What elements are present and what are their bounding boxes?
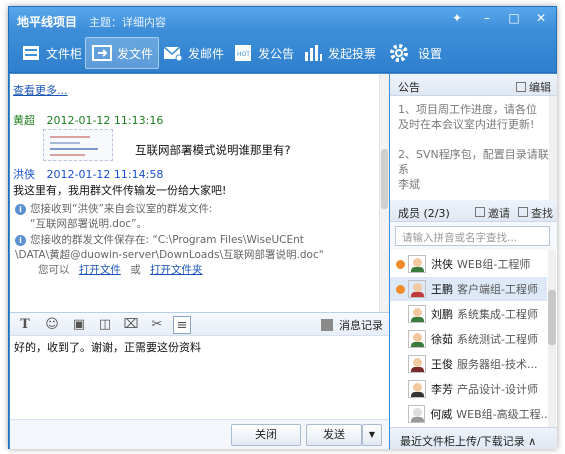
send-mail-button[interactable]: 发邮件 <box>157 37 229 69</box>
image-icon[interactable]: ▣ <box>70 316 88 334</box>
avatar <box>408 305 426 323</box>
message-input-text: 好的，收到了。谢谢，正需要这份资料 <box>14 341 201 354</box>
send-button[interactable]: 发送 <box>306 424 362 446</box>
list-icon[interactable]: ≡ <box>173 316 191 334</box>
list-item[interactable]: 刘鹏 系统集成-工程师 <box>390 302 547 326</box>
vote-icon <box>302 43 324 63</box>
member-search-input[interactable]: 请输入拼音或名字查找... <box>395 226 550 246</box>
vote-button[interactable]: 发起投票 <box>297 37 381 69</box>
window-title: 地平线项目 <box>17 15 78 29</box>
open-folder-link[interactable]: 打开文件夹 <box>150 264 203 276</box>
side-panel: 公告 编辑 1、项目周工作进度，请各位 及时在本会议室内进行更新! 2、SVN程… <box>390 74 557 449</box>
avatar <box>408 330 426 348</box>
gear-icon <box>384 43 414 63</box>
file-save-notice: i 您接收的群发文件保存在: “C:\Program Files\WiseUCEn… <box>15 234 324 276</box>
send-mail-icon <box>162 43 184 63</box>
sender-name: 黄超 <box>13 114 35 127</box>
send-file-button[interactable]: 发文件 <box>85 37 160 69</box>
message-time: 2012-01-12 11:13:16 <box>46 114 164 127</box>
history-icon <box>321 319 333 331</box>
emoji-icon[interactable]: ☺ <box>43 316 61 334</box>
close-button[interactable]: 关闭 <box>231 424 301 446</box>
svg-text:HOT: HOT <box>237 51 250 58</box>
invite-button[interactable]: 邀请 <box>475 205 510 221</box>
info-icon: i <box>15 235 26 246</box>
edit-button[interactable]: 编辑 <box>516 79 551 95</box>
status-icon <box>396 284 405 294</box>
members-title: 成员 (2/3) <box>398 207 450 220</box>
status-icon <box>396 259 405 269</box>
message-text: 互联网部署模式说明谁那里有? <box>135 143 291 157</box>
screen-capture-icon[interactable]: ◫ <box>96 316 114 334</box>
announcement-title: 公告 <box>398 81 420 94</box>
info-icon: i <box>15 204 26 215</box>
file-notice: i 您接收到“洪侠”来自会议室的群发文件: “互联网部署说明.doc”。 <box>15 202 212 232</box>
title-bar: 地平线项目 主题：详细内容 ✦ – □ ✕ <box>9 7 556 33</box>
members-header: 成员 (2/3) 邀请 查找 <box>390 200 557 222</box>
scrollbar-thumb[interactable] <box>381 149 388 209</box>
maximize-icon[interactable]: □ <box>504 9 524 27</box>
announcement-icon: HOT <box>232 43 254 63</box>
message-history-button[interactable]: 消息记录 <box>321 317 383 333</box>
find-icon <box>518 207 528 217</box>
list-item[interactable]: 王俊 服务器组-技术... <box>390 352 547 376</box>
announcement-content: 1、项目周工作进度，请各位 及时在本会议室内进行更新! 2、SVN程序包，配置目… <box>390 96 557 200</box>
send-options-dropdown[interactable]: ▼ <box>362 424 382 446</box>
settings-button[interactable]: 设置 <box>379 37 447 69</box>
announcement-header: 公告 编辑 <box>390 74 557 96</box>
send-file-icon <box>91 43 113 63</box>
avatar <box>408 355 426 373</box>
avatar <box>408 255 426 273</box>
message-header: 黄超 2012-01-12 11:13:16 <box>13 112 163 128</box>
app-window: 地平线项目 主题：详细内容 ✦ – □ ✕ 文件柜 发文件 发邮件 HOT 发公… <box>8 6 557 449</box>
list-item[interactable]: 何威 WEB组-高级工程... <box>390 402 547 426</box>
action-bar: 关闭 发送 ▼ <box>10 419 389 449</box>
message-time: 2012-01-12 11:14:58 <box>46 168 164 181</box>
avatar <box>408 380 426 398</box>
shake-icon[interactable]: ⌧ <box>122 316 140 334</box>
message-input[interactable]: 好的，收到了。谢谢，正需要这份资料 <box>10 336 389 419</box>
font-icon[interactable]: T <box>16 316 34 334</box>
message-text: 我这里有，我用群文件传输发一份给大家吧! <box>13 184 227 197</box>
file-cabinet-button[interactable]: 文件柜 <box>15 37 87 69</box>
announcement-button[interactable]: HOT 发公告 <box>227 37 299 69</box>
message-header: 洪侠 2012-01-12 11:14:58 <box>13 166 163 182</box>
list-item[interactable]: 徐茹 系统测试-工程师 <box>390 327 547 351</box>
avatar <box>408 405 426 423</box>
chat-scrollbar[interactable] <box>379 74 389 312</box>
chat-history: 查看更多... 黄超 2012-01-12 11:13:16 互联网部署模式说明… <box>10 74 389 312</box>
minimize-icon[interactable]: – <box>477 9 497 27</box>
recent-files-bar[interactable]: 最近文件柜上传/下载记录 ∧ <box>390 427 557 449</box>
list-item[interactable]: 王鹏 客户端组-工程师 <box>390 277 547 301</box>
main-toolbar: 文件柜 发文件 发邮件 HOT 发公告 发起投票 设置 <box>9 33 556 73</box>
find-button[interactable]: 查找 <box>518 205 553 221</box>
edit-icon <box>516 82 526 92</box>
sender-name: 洪侠 <box>13 168 35 181</box>
member-list: 洪侠 WEB组-工程师 王鹏 客户端组-工程师 刘鹏 系统集成-工程师 徐茹 系… <box>390 250 557 427</box>
member-scrollbar[interactable] <box>548 250 556 427</box>
list-item[interactable]: 洪侠 WEB组-工程师 <box>390 252 547 276</box>
scissors-icon[interactable]: ✂ <box>148 316 166 334</box>
announcement-scrollbar[interactable] <box>549 96 557 200</box>
avatar <box>408 280 426 298</box>
view-more-link[interactable]: 查看更多... <box>13 82 68 98</box>
list-item[interactable]: 李芳 产品设计-设计师 <box>390 377 547 401</box>
scrollbar-thumb[interactable] <box>548 290 556 345</box>
open-file-link[interactable]: 打开文件 <box>79 264 121 276</box>
file-cabinet-icon <box>20 43 42 63</box>
window-subtitle: 主题：详细内容 <box>89 16 166 29</box>
image-thumbnail[interactable] <box>43 129 113 161</box>
pin-icon[interactable]: ✦ <box>447 9 467 27</box>
input-toolbar: T ☺ ▣ ◫ ⌧ ✂ ≡ 消息记录 <box>10 312 389 336</box>
close-icon[interactable]: ✕ <box>531 9 551 27</box>
invite-icon <box>475 207 485 217</box>
